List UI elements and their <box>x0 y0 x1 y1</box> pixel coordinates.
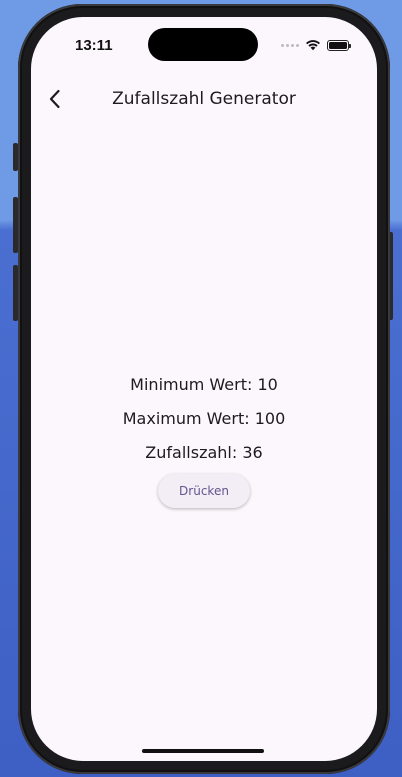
dynamic-island <box>148 28 258 61</box>
press-button[interactable]: Drücken <box>158 474 250 508</box>
signal-dots-icon <box>281 43 299 47</box>
minimum-value-text: Minimum Wert: 10 <box>130 375 278 394</box>
page-title: Zufallszahl Generator <box>112 89 296 109</box>
wifi-icon <box>306 40 320 51</box>
status-time: 13:11 <box>75 37 113 54</box>
app-screen: 13:11 Zufallszahl Generator Minimum Wert… <box>31 17 377 761</box>
battery-icon <box>327 39 351 51</box>
generator-content: Minimum Wert: 10 Maximum Wert: 100 Zufal… <box>31 372 377 508</box>
home-indicator[interactable] <box>142 749 264 753</box>
maximum-value-text: Maximum Wert: 100 <box>122 409 286 428</box>
phone-frame: 13:11 Zufallszahl Generator Minimum Wert… <box>18 4 390 774</box>
random-number-text: Zufallszahl: 36 <box>145 443 263 462</box>
status-icons <box>281 39 351 51</box>
